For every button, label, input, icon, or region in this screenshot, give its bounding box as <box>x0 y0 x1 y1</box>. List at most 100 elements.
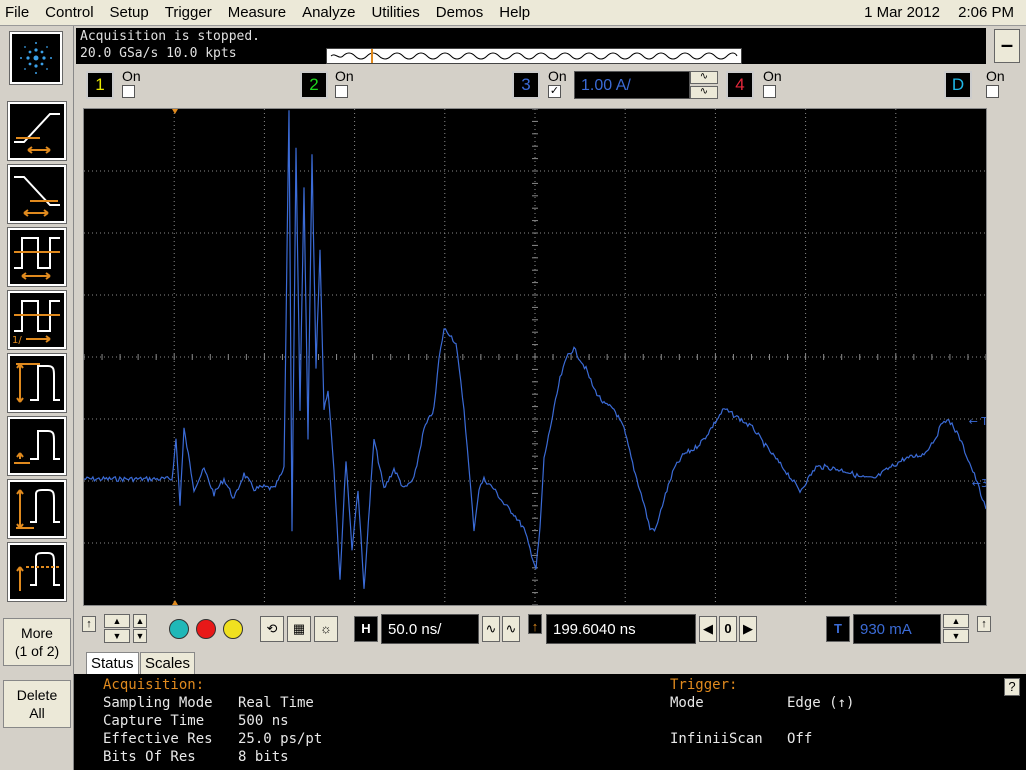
scroll-up-button[interactable]: ▲ <box>133 614 147 628</box>
zoom-up-button[interactable]: ▲ <box>104 614 130 628</box>
more-label: More <box>21 625 53 641</box>
tab-scales[interactable]: Scales <box>140 652 196 674</box>
trigger-label[interactable]: T <box>826 616 850 642</box>
acquisition-info: Acquisition is stopped. 20.0 GSa/s 10.0 … <box>76 28 986 64</box>
menu-file[interactable]: File <box>0 0 37 26</box>
digital-checkbox[interactable] <box>986 85 999 98</box>
channel-2-badge[interactable]: 2 <box>300 71 328 99</box>
delay-reference-value[interactable]: 0 <box>719 616 737 642</box>
trigger-level-value[interactable]: 930 mA <box>853 614 941 644</box>
menu-utilities[interactable]: Utilities <box>363 0 427 26</box>
delay-left-button[interactable]: ◀ <box>699 616 717 642</box>
capture-time-key: Capture Time <box>103 713 205 729</box>
tab-strip: Status Scales <box>74 650 1026 674</box>
rise-time-measure-icon[interactable] <box>7 101 67 161</box>
clear-display-icon[interactable]: ▦ <box>287 616 311 642</box>
control-bar: ↑ ▲ ▼ ▲ ▼ ⟲ ▦ ☼ H 50.0 ns/ ∿ ∿ ↑ 199.604… <box>74 610 1026 650</box>
digital-on-label: On <box>986 68 1005 84</box>
delay-reference-icon[interactable]: ↑ <box>528 614 542 634</box>
zoom-down-button[interactable]: ▼ <box>104 629 130 643</box>
tab-status[interactable]: Status <box>86 652 139 674</box>
help-button[interactable]: ? <box>1004 678 1020 696</box>
bits-of-res-value: 8 bits <box>238 749 289 765</box>
trigger-heading: Trigger: <box>670 677 738 693</box>
channel-1-checkbox[interactable] <box>122 85 135 98</box>
peak-to-peak-measure-icon[interactable] <box>7 479 67 539</box>
waveform-display[interactable]: ← T ←3 <box>83 108 987 606</box>
graticule-grid <box>84 109 986 605</box>
trigger-position-bottom-marker <box>172 600 178 605</box>
channel-2-checkbox[interactable] <box>335 85 348 98</box>
trigger-level-up-button[interactable]: ▲ <box>943 614 969 628</box>
menu-analyze[interactable]: Analyze <box>294 0 363 26</box>
horizontal-label[interactable]: H <box>354 616 378 642</box>
date-time: 1 Mar 2012 2:06 PM <box>850 0 1014 26</box>
channel-2-on-label: On <box>335 68 354 84</box>
header-panel: Acquisition is stopped. 20.0 GSa/s 10.0 … <box>74 26 1026 106</box>
amplitude-measure-icon[interactable] <box>7 353 67 413</box>
svg-text:1/: 1/ <box>12 335 22 346</box>
delay-right-button[interactable]: ▶ <box>739 616 757 642</box>
digital-channel-badge[interactable]: D <box>944 71 972 99</box>
bits-of-res-key: Bits Of Res <box>103 749 196 765</box>
date-text: 1 Mar 2012 <box>864 4 940 21</box>
channel-3-checkbox[interactable]: ✓ <box>548 85 561 98</box>
run-button-icon[interactable] <box>169 619 189 639</box>
infiniiscan-key: InfiniiScan <box>670 731 763 747</box>
capture-time-value: 500 ns <box>238 713 289 729</box>
channel-4-on-label: On <box>763 68 782 84</box>
period-measure-icon[interactable] <box>7 227 67 287</box>
channel-1-on-label: On <box>122 68 141 84</box>
autoscale-icon[interactable]: ⟲ <box>260 616 284 642</box>
timebase-fine-icon[interactable]: ∿ <box>502 616 520 642</box>
fall-time-measure-icon[interactable] <box>7 164 67 224</box>
agilent-logo-icon[interactable] <box>9 31 63 85</box>
stop-button-icon[interactable] <box>196 619 216 639</box>
delete-all-button[interactable]: Delete All <box>3 680 71 728</box>
channel-3-badge[interactable]: 3 <box>512 71 540 99</box>
trigger-arrow-icon[interactable]: ↑ <box>977 616 991 632</box>
channel-4-checkbox[interactable] <box>763 85 776 98</box>
effective-res-value: 25.0 ps/pt <box>238 731 323 747</box>
channel-4-badge[interactable]: 4 <box>726 71 754 99</box>
sampling-mode-key: Sampling Mode <box>103 695 213 711</box>
default-setup-icon[interactable]: ☼ <box>314 616 338 642</box>
trigger-mode-value: Edge (↑) <box>787 695 855 711</box>
trigger-level-down-button[interactable]: ▼ <box>943 629 969 643</box>
horizontal-delay-value[interactable]: 199.6040 ns <box>546 614 696 644</box>
channel-3-on-label: On <box>548 68 567 84</box>
menu-control[interactable]: Control <box>37 0 101 26</box>
top-measure-icon[interactable] <box>7 542 67 602</box>
more-page-label: (1 of 2) <box>14 643 60 659</box>
sampling-mode-value: Real Time <box>238 695 314 711</box>
trigger-mode-key: Mode <box>670 695 704 711</box>
more-button[interactable]: More (1 of 2) <box>3 618 71 666</box>
menu-trigger[interactable]: Trigger <box>157 0 220 26</box>
acquisition-state: Acquisition is stopped. <box>80 29 261 44</box>
channel-3-ground-marker: ←3 <box>972 477 986 490</box>
menu-setup[interactable]: Setup <box>102 0 157 26</box>
infiniiscan-value: Off <box>787 731 813 747</box>
channel-3-scale[interactable]: 1.00 A/ <box>574 71 690 99</box>
single-button-icon[interactable] <box>223 619 243 639</box>
arrow-up-small-icon[interactable]: ↑ <box>82 616 96 632</box>
menu-measure[interactable]: Measure <box>220 0 294 26</box>
scroll-down-button[interactable]: ▼ <box>133 629 147 643</box>
menu-demos[interactable]: Demos <box>428 0 492 26</box>
menu-bar: File Control Setup Trigger Measure Analy… <box>0 0 1026 26</box>
menu-help[interactable]: Help <box>491 0 538 26</box>
status-panel: Acquisition: Sampling Mode Real Time Cap… <box>74 674 1026 770</box>
frequency-measure-icon[interactable]: 1/ <box>7 290 67 350</box>
time-text: 2:06 PM <box>958 4 1014 21</box>
delete-all-label: All <box>29 705 45 721</box>
acquisition-heading: Acquisition: <box>103 677 205 693</box>
timebase-coarse-icon[interactable]: ∿ <box>482 616 500 642</box>
left-toolbar: 1/ More (1 of 2) Delete All <box>0 26 74 770</box>
coupling-dc-button[interactable]: ∿ <box>690 86 718 99</box>
minimize-button[interactable]: – <box>994 29 1020 63</box>
coupling-ac-button[interactable]: ∿ <box>690 71 718 84</box>
channel-1-badge[interactable]: 1 <box>86 71 114 99</box>
base-measure-icon[interactable] <box>7 416 67 476</box>
waveform-navigator[interactable] <box>326 48 742 64</box>
timebase-value[interactable]: 50.0 ns/ <box>381 614 479 644</box>
